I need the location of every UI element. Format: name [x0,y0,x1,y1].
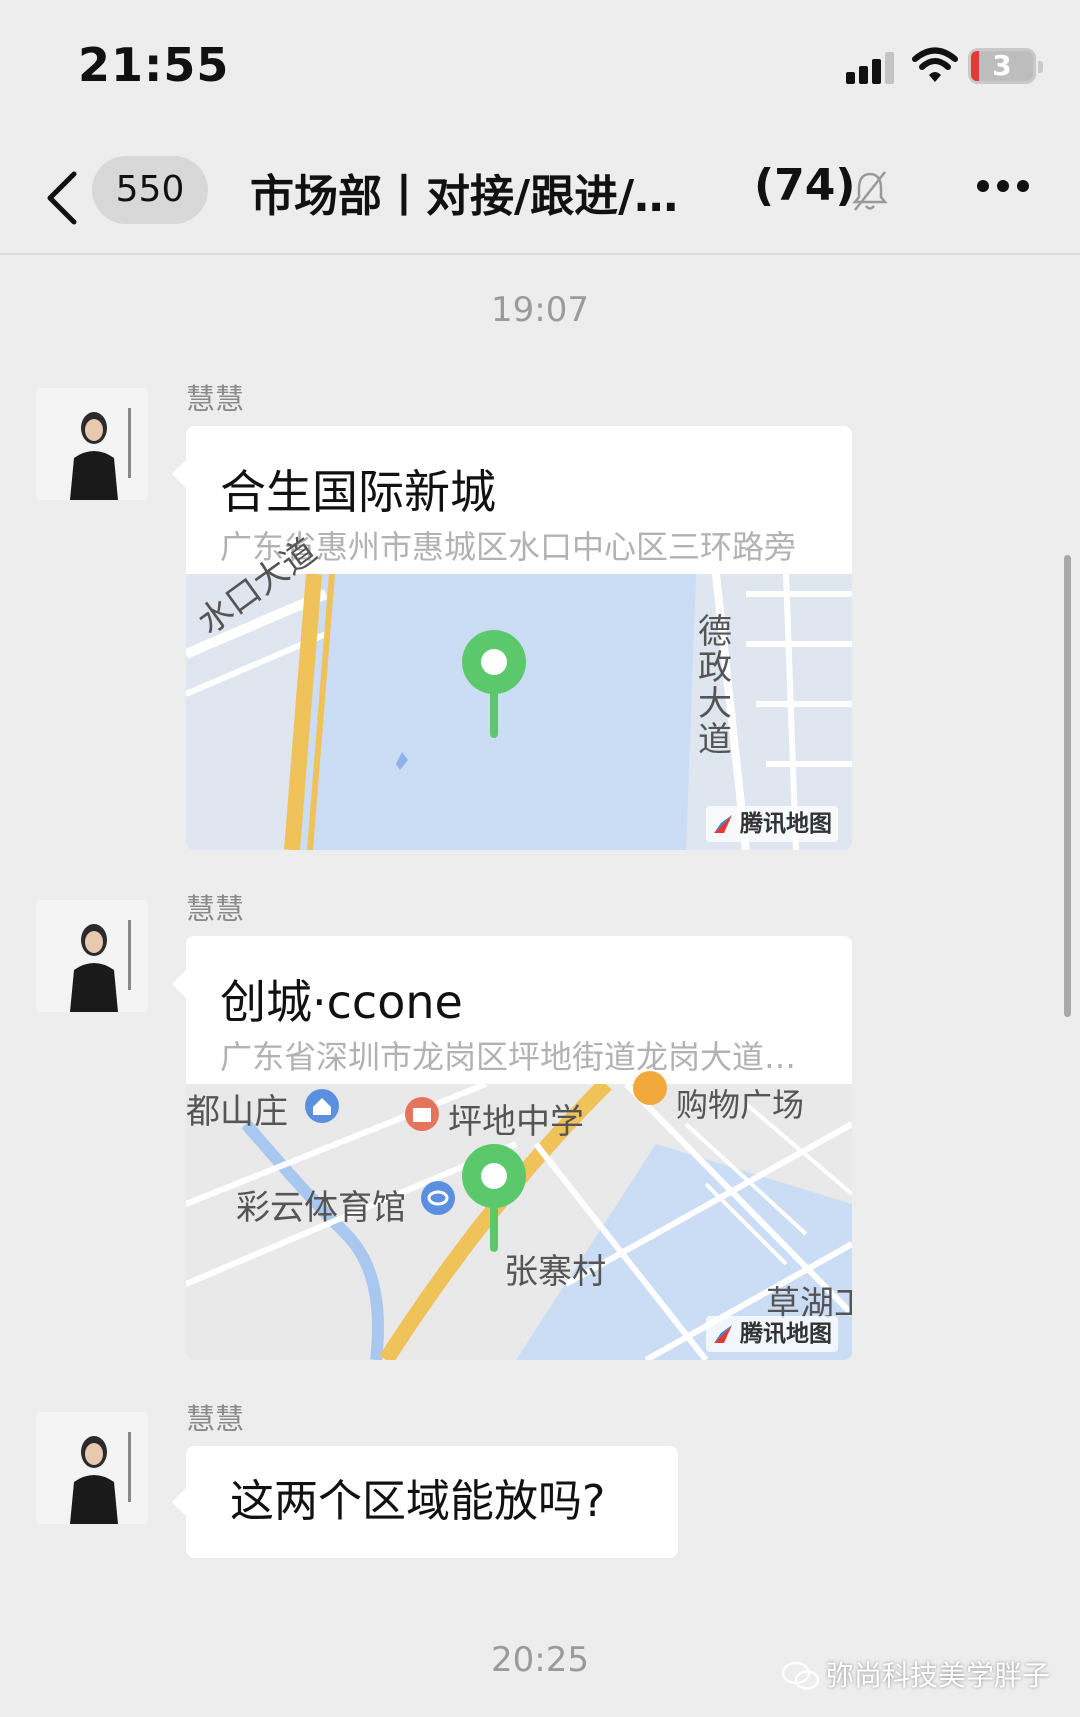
location-card[interactable]: 合生国际新城 广东省惠州市惠城区水口中心区三环路旁 水口大道 德政大道 腾讯地图 [186,426,852,850]
map-place-label: 都山庄 [186,1092,288,1132]
map-preview: 水口大道 德政大道 腾讯地图 [186,531,852,850]
unread-count-badge[interactable]: 550 [92,156,208,224]
location-pin-icon [462,1144,526,1252]
wechat-logo-icon [782,1661,820,1690]
location-name: 创城·ccone [220,975,463,1029]
chat-nav-bar: 550 市场部丨对接/跟进/… (74) [0,140,1080,255]
location-address: 广东省深圳市龙岗区坪地街道龙岗大道… [220,1038,797,1076]
sender-name: 慧慧 [186,382,245,416]
map-place-label: 彩云体育馆 [236,1188,406,1228]
battery-level: 3 [992,49,1012,82]
more-dots-icon[interactable] [975,178,1031,194]
stadium-poi-icon [421,1181,455,1215]
sender-name: 慧慧 [186,1402,245,1436]
status-bar: 21:55 3 [0,0,1080,140]
timestamp: 19:07 [491,290,589,330]
tencent-map-logo-icon [714,815,732,833]
battery-icon: 3 [968,48,1043,84]
cellular-signal-icon [846,52,894,84]
muted-bell-icon [852,171,888,211]
avatar[interactable] [36,900,148,1012]
scrollbar[interactable] [1064,555,1071,1017]
tencent-map-logo-icon [714,1325,732,1343]
status-time: 21:55 [78,38,230,92]
map-place-label: 坪地中学 [448,1102,584,1142]
map-road-label: 德政大道 [698,612,732,760]
watermark: 弥尚科技美学胖子 [782,1654,1050,1694]
sender-name: 慧慧 [186,892,245,926]
location-card[interactable]: 创城·ccone 广东省深圳市龙岗区坪地街道龙岗大道… 都山庄 坪地中学 购物广… [186,936,852,1360]
map-place-label: 购物广场 [676,1086,805,1124]
wifi-icon [912,47,958,82]
avatar[interactable] [36,388,148,500]
location-name: 合生国际新城 [220,465,496,519]
chat-title: 市场部丨对接/跟进/… [250,171,679,222]
residential-poi-icon [305,1089,339,1123]
back-chevron-icon[interactable] [44,170,80,226]
location-pin-icon [462,630,526,738]
text-message-bubble[interactable]: 这两个区域能放吗? [186,1446,678,1558]
map-brand: 腾讯地图 [706,1316,838,1352]
map-preview: 都山庄 坪地中学 购物广场 彩云体育馆 张寨村 草湖工 腾讯地图 [186,1071,852,1360]
shopping-poi-icon [633,1071,667,1105]
member-count: (74) [754,160,856,211]
avatar[interactable] [36,1412,148,1524]
school-poi-icon [405,1097,439,1131]
map-brand: 腾讯地图 [706,806,838,842]
